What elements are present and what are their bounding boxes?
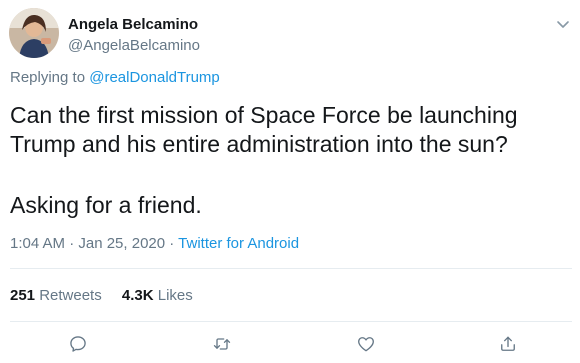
tweet-text-line: Asking for a friend. — [10, 192, 202, 218]
tweet-text-line: Can the first mission of Space Force be … — [10, 102, 518, 128]
comment-icon — [70, 336, 86, 352]
chevron-down-icon[interactable] — [555, 16, 571, 32]
replying-to-label: Replying to — [10, 69, 90, 86]
action-bar — [0, 330, 580, 358]
avatar[interactable] — [9, 8, 59, 58]
avatar-image — [9, 8, 59, 58]
tweet-timestamp[interactable]: 1:04 AM · Jan 25, 2020 · — [10, 235, 178, 252]
like-button[interactable] — [352, 330, 380, 358]
display-name[interactable]: Angela Belcamino — [68, 16, 198, 33]
heart-icon — [358, 337, 374, 352]
tweet-source-link[interactable]: Twitter for Android — [178, 235, 299, 252]
tweet-text-line: Trump and his entire administration into… — [10, 131, 508, 157]
divider — [10, 268, 572, 269]
reply-button[interactable] — [64, 330, 92, 358]
reply-mention-link[interactable]: @realDonaldTrump — [89, 69, 220, 86]
likes-count: 4.3K — [121, 287, 154, 304]
tweet-text: Can the first mission of Space Force be … — [10, 101, 565, 220]
tweet-card: Angela Belcamino @AngelaBelcamino Replyi… — [0, 0, 580, 363]
retweet-button[interactable] — [208, 330, 236, 358]
retweets-label: Retweets — [35, 287, 102, 304]
retweet-icon — [213, 338, 231, 350]
user-handle[interactable]: @AngelaBelcamino — [68, 37, 200, 54]
share-icon — [501, 336, 515, 351]
retweets-count: 251 — [10, 287, 36, 304]
divider — [10, 321, 572, 322]
likes-stat[interactable]: 4.3K Likes — [122, 287, 193, 304]
replying-to: Replying to @realDonaldTrump — [10, 69, 220, 86]
retweets-stat[interactable]: 251 Retweets — [10, 287, 102, 304]
tweet-header: Angela Belcamino @AngelaBelcamino — [9, 8, 571, 62]
share-button[interactable] — [494, 330, 522, 358]
tweet-stats: 251 Retweets 4.3K Likes — [10, 287, 209, 304]
likes-label: Likes — [153, 287, 193, 304]
tweet-metadata: 1:04 AM · Jan 25, 2020 · Twitter for And… — [10, 235, 299, 252]
